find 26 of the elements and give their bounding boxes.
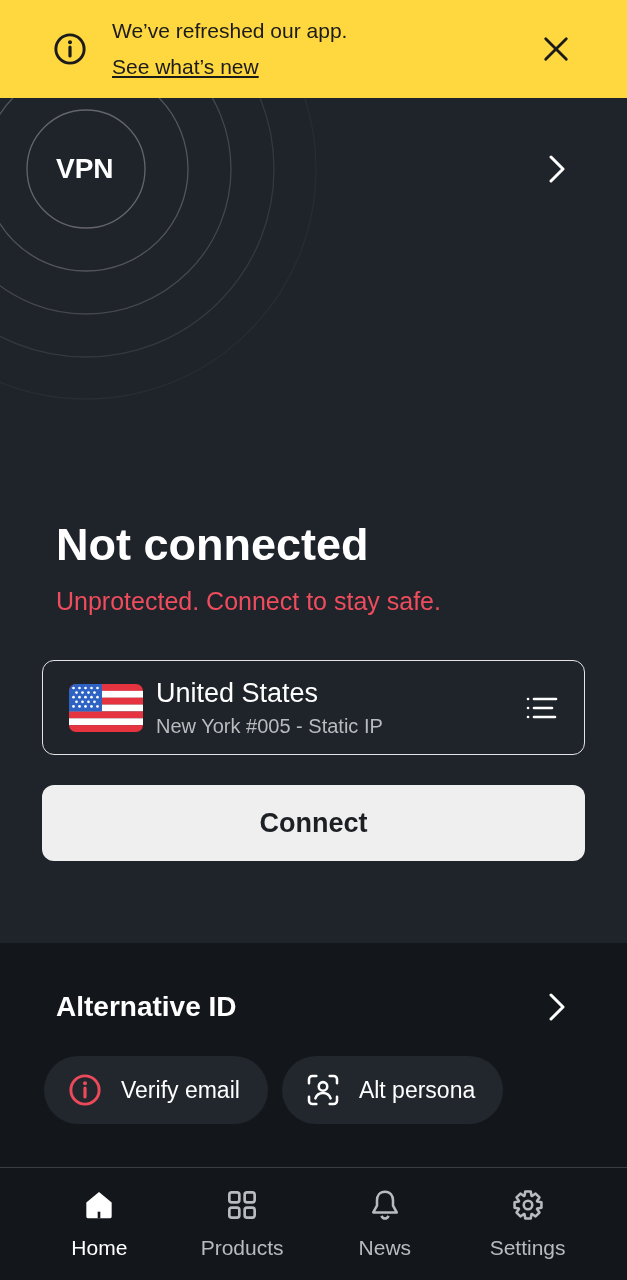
person-frame-icon [306,1074,339,1106]
country-name: United States [156,676,319,709]
status-title: Not connected [56,518,369,572]
close-icon[interactable] [543,36,569,62]
list-icon[interactable] [526,695,558,720]
status-message: Unprotected. Connect to stay safe. [56,586,441,616]
connect-button[interactable]: Connect [42,785,585,861]
grid-icon [226,1189,259,1221]
nav-tab[interactable]: Home [28,1168,171,1280]
flag-icon [69,683,143,732]
vpn-title: VPN [56,152,114,186]
whats-new-link[interactable]: See what’s new [112,55,259,78]
info-icon [54,33,86,65]
nav-tab[interactable]: Products [170,1168,314,1280]
chevron-right-icon[interactable] [549,993,565,1021]
banner-message: We’ve refreshed our app. See what’s new [112,18,349,80]
server-selector[interactable]: United States New York #005 - Static IP [42,660,585,755]
chip-button[interactable]: Verify email [44,1056,268,1124]
chip-button[interactable]: Alt persona [281,1056,504,1124]
nav-tab[interactable]: News [313,1168,457,1280]
alert-icon [69,1074,101,1106]
chevron-right-icon[interactable] [549,155,565,183]
server-location: New York #005 - Static IP [156,713,383,739]
nav-tab[interactable]: Settings [456,1168,599,1280]
section-title: Alternative ID [56,990,237,1024]
gear-icon [511,1189,544,1221]
